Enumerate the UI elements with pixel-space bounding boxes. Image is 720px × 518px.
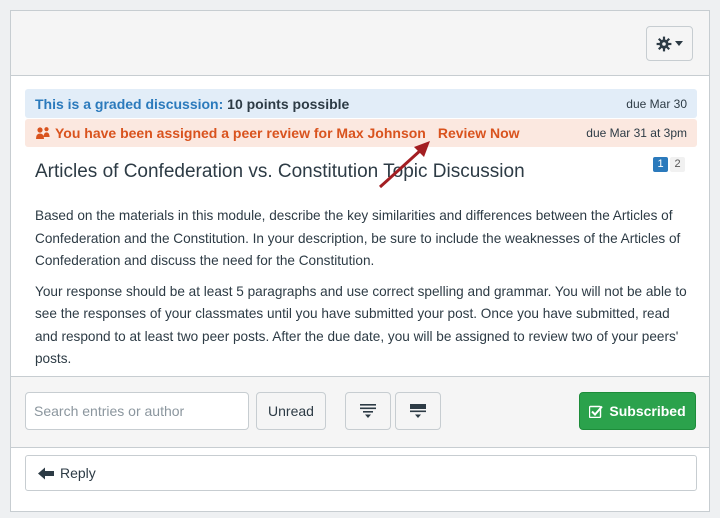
settings-menu-button[interactable]	[646, 26, 693, 61]
entry-pager: 1 2	[653, 157, 685, 172]
subscribed-button[interactable]: Subscribed	[579, 392, 696, 430]
peer-review-icon	[36, 127, 50, 139]
page-1-indicator[interactable]: 1	[653, 157, 668, 172]
reply-arrow-icon	[38, 467, 54, 479]
caret-down-icon	[675, 40, 683, 46]
body-paragraph: Based on the materials in this module, d…	[35, 208, 681, 268]
body-paragraph: Your response should be at least 5 parag…	[35, 283, 687, 367]
graded-due-date: due Mar 30	[626, 96, 687, 111]
expand-all-button[interactable]	[345, 392, 391, 430]
discussion-body: Based on the materials in this module, d…	[35, 205, 695, 379]
annotation-arrow	[378, 141, 430, 189]
discussion-header-bar	[11, 11, 709, 76]
discussion-frame: This is a graded discussion: 10 points p…	[10, 10, 710, 512]
reply-label: Reply	[60, 465, 96, 481]
page-2-indicator[interactable]: 2	[670, 157, 685, 172]
collapse-all-icon	[410, 404, 426, 418]
graded-discussion-banner: This is a graded discussion: 10 points p…	[25, 89, 697, 118]
review-now-link[interactable]: Review Now	[438, 125, 520, 141]
discussion-title: Articles of Confederation vs. Constituti…	[35, 161, 525, 182]
peer-review-banner: You have been assigned a peer review for…	[25, 119, 697, 147]
points-possible: 10 points possible	[227, 95, 350, 112]
checkmark-icon	[589, 405, 604, 418]
reply-button[interactable]: Reply	[25, 455, 697, 491]
collapse-all-button[interactable]	[395, 392, 441, 430]
unread-filter-button[interactable]: Unread	[256, 392, 326, 430]
subscribed-label: Subscribed	[609, 403, 686, 419]
peer-review-due-date: due Mar 31 at 3pm	[586, 126, 687, 140]
expand-all-icon	[360, 404, 376, 418]
search-input[interactable]	[25, 392, 249, 430]
gear-icon	[656, 36, 672, 51]
discussion-toolbar: Unread	[11, 376, 709, 448]
graded-label: This is a graded discussion:	[35, 95, 224, 112]
